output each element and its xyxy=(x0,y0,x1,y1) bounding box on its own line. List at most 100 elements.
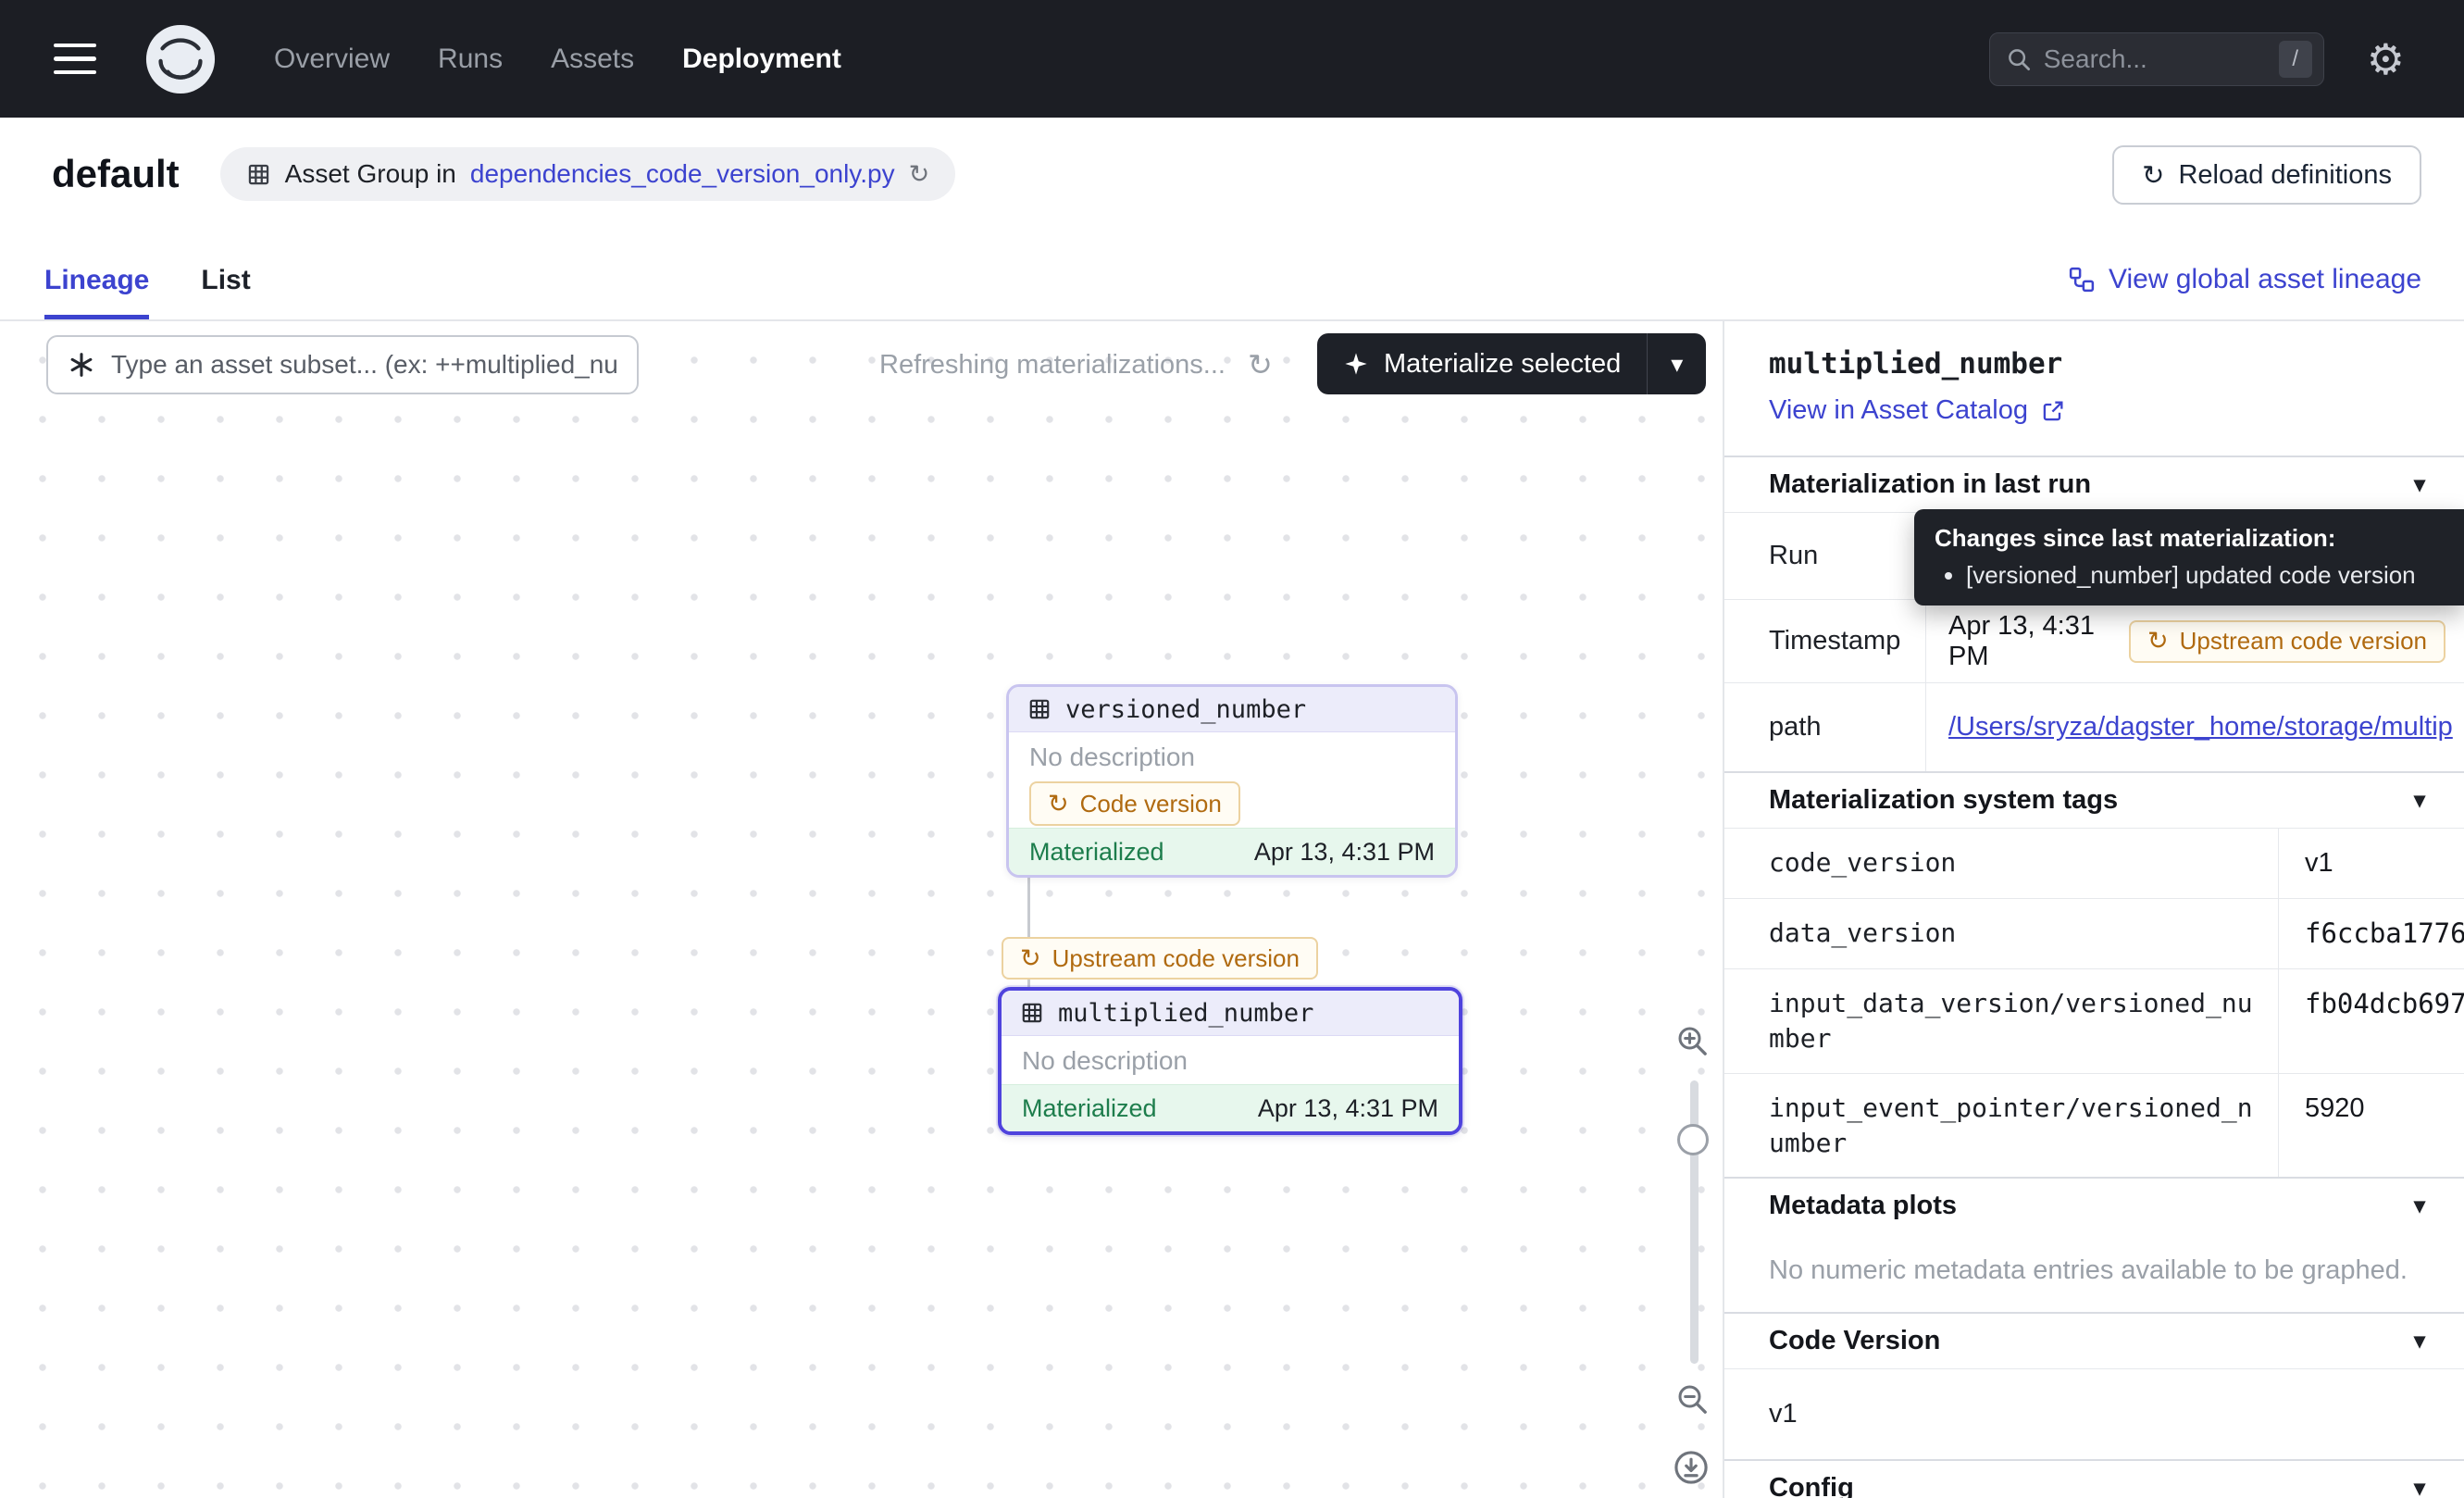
section-heading: Metadata plots xyxy=(1769,1191,1957,1221)
tag-value: fb04dcb6970 xyxy=(2278,969,2464,1073)
materialize-selected-button[interactable]: Materialize selected ▾ xyxy=(1317,333,1706,394)
materialized-timestamp: Apr 13, 4:31 PM xyxy=(1254,838,1435,867)
asset-subset-filter[interactable] xyxy=(46,335,639,394)
system-tag-row: code_version v1 xyxy=(1724,828,2464,898)
zoom-out-button[interactable] xyxy=(1674,1380,1711,1417)
materialize-main[interactable]: Materialize selected xyxy=(1317,333,1647,394)
asset-group-file-link[interactable]: dependencies_code_version_only.py xyxy=(470,159,895,189)
row-value: Apr 13, 4:31 PM ↻ Upstream code version xyxy=(1925,600,2464,682)
tooltip-list: [versioned_number] updated code version xyxy=(1966,560,2442,592)
nav-overview[interactable]: Overview xyxy=(274,44,390,75)
asset-name: multiplied_number xyxy=(1058,999,1313,1028)
op-selector-icon xyxy=(67,350,96,380)
tooltip-item: [versioned_number] updated code version xyxy=(1966,560,2442,592)
selected-asset-title: multiplied_number xyxy=(1769,347,2062,381)
chevron-down-icon[interactable]: ▾ xyxy=(2414,1475,2425,1498)
slash-shortcut-badge: / xyxy=(2279,41,2312,78)
section-config[interactable]: Config ▾ xyxy=(1724,1459,2464,1498)
view-tabs: Lineage List xyxy=(44,265,251,319)
asset-node-footer: Materialized Apr 13, 4:31 PM xyxy=(1002,1084,1459,1131)
global-lineage-label: View global asset lineage xyxy=(2109,264,2421,295)
asset-table-icon xyxy=(1027,697,1052,721)
chevron-down-icon[interactable]: ▾ xyxy=(2414,1192,2425,1219)
timestamp-value: Apr 13, 4:31 PM xyxy=(1948,611,2114,672)
asset-name: versioned_number xyxy=(1065,695,1306,724)
tag-key: input_event_pointer/versioned_number xyxy=(1724,1074,2278,1178)
zoom-slider-handle[interactable] xyxy=(1677,1124,1709,1155)
code-version-icon: ↻ xyxy=(1020,944,1041,973)
storage-path-link[interactable]: /Users/sryza/dagster_home/storage/multip xyxy=(1948,712,2453,743)
refresh-status: Refreshing materializations... ↻ xyxy=(879,347,1273,382)
asset-node-versioned-number[interactable]: versioned_number No description ↻ Code v… xyxy=(1006,684,1458,878)
reload-icon[interactable]: ↻ xyxy=(909,160,930,189)
row-label: Run xyxy=(1724,513,1925,599)
metadata-plots-empty-message: No numeric metadata entries available to… xyxy=(1724,1233,2464,1312)
gear-icon[interactable]: ⚙ xyxy=(2367,38,2405,81)
section-metadata-plots[interactable]: Metadata plots ▾ xyxy=(1724,1177,2464,1233)
catalog-link-label: View in Asset Catalog xyxy=(1769,395,2028,426)
nav-runs[interactable]: Runs xyxy=(438,44,503,75)
asset-node-multiplied-number[interactable]: multiplied_number No description Materia… xyxy=(998,987,1462,1135)
top-nav-bar: Overview Runs Assets Deployment / ⚙ xyxy=(0,0,2464,118)
recenter-view-button[interactable] xyxy=(1672,1448,1711,1487)
asset-subset-input[interactable] xyxy=(111,350,618,380)
chevron-down-icon[interactable]: ▾ xyxy=(2414,1328,2425,1354)
external-link-icon xyxy=(2040,398,2066,424)
tag-key: input_data_version/versioned_number xyxy=(1724,969,2278,1073)
zoom-slider-track[interactable] xyxy=(1690,1080,1699,1364)
asset-group-prefix: Asset Group in xyxy=(285,159,456,189)
refresh-icon[interactable]: ↻ xyxy=(1248,347,1273,382)
last-run-row-path: path /Users/sryza/dagster_home/storage/m… xyxy=(1724,682,2464,771)
section-materialization-last-run[interactable]: Materialization in last run ▾ xyxy=(1724,456,2464,512)
system-tag-row: input_event_pointer/versioned_number 592… xyxy=(1724,1073,2464,1178)
refreshing-label: Refreshing materializations... xyxy=(879,350,1226,381)
asset-graph-canvas[interactable]: Refreshing materializations... ↻ Materia… xyxy=(0,321,1723,1498)
nav-assets[interactable]: Assets xyxy=(551,44,634,75)
nav-deployment[interactable]: Deployment xyxy=(682,44,841,75)
materialized-status: Materialized xyxy=(1022,1094,1157,1123)
sparkle-icon xyxy=(1343,351,1369,377)
chevron-down-icon[interactable]: ▾ xyxy=(2414,787,2425,814)
zoom-in-button[interactable] xyxy=(1674,1022,1711,1059)
tab-lineage[interactable]: Lineage xyxy=(44,265,149,319)
asset-description: No description xyxy=(1029,743,1435,772)
asset-details-panel: multiplied_number View in Asset Catalog … xyxy=(1723,321,2464,1498)
view-global-asset-lineage-link[interactable]: View global asset lineage xyxy=(2068,264,2421,295)
section-system-tags[interactable]: Materialization system tags ▾ xyxy=(1724,771,2464,828)
section-heading: Code Version xyxy=(1769,1326,1940,1356)
materialize-dropdown-button[interactable]: ▾ xyxy=(1647,333,1706,394)
global-search[interactable]: / xyxy=(1989,32,2324,86)
code-version-chip-label: Code version xyxy=(1080,790,1222,818)
upstream-code-version-chip: ↻ Upstream code version xyxy=(1002,937,1318,980)
reload-definitions-label: Reload definitions xyxy=(2178,160,2392,191)
upstream-code-version-chip: ↻ Upstream code version xyxy=(2129,620,2445,663)
search-input[interactable] xyxy=(2044,44,2268,74)
materialize-label: Materialize selected xyxy=(1384,349,1621,380)
chevron-down-icon[interactable]: ▾ xyxy=(2414,471,2425,498)
tag-value: f6ccba17763 xyxy=(2278,899,2464,968)
row-label: path xyxy=(1724,683,1925,771)
tag-key: data_version xyxy=(1724,899,2278,968)
asset-description: No description xyxy=(1022,1046,1438,1076)
tab-list[interactable]: List xyxy=(201,265,250,319)
section-code-version[interactable]: Code Version ▾ xyxy=(1724,1312,2464,1368)
caret-down-icon: ▾ xyxy=(1671,350,1683,379)
primary-nav: Overview Runs Assets Deployment xyxy=(274,44,841,75)
tag-key: code_version xyxy=(1724,829,2278,898)
asset-node-header: versioned_number xyxy=(1009,687,1455,732)
code-version-icon: ↻ xyxy=(2147,627,2169,655)
section-heading: Materialization in last run xyxy=(1769,469,2091,500)
reload-definitions-button[interactable]: ↻ Reload definitions xyxy=(2112,145,2421,205)
materialized-status: Materialized xyxy=(1029,838,1164,867)
menu-icon[interactable] xyxy=(54,44,96,75)
title-row: default Asset Group in dependencies_code… xyxy=(52,147,955,201)
page-header: default Asset Group in dependencies_code… xyxy=(0,118,2464,321)
asset-node-header: multiplied_number xyxy=(1002,991,1459,1036)
view-in-asset-catalog-link[interactable]: View in Asset Catalog xyxy=(1769,395,2066,426)
materialized-timestamp: Apr 13, 4:31 PM xyxy=(1258,1094,1438,1123)
code-version-icon: ↻ xyxy=(1048,790,1069,818)
dagster-logo[interactable] xyxy=(144,23,217,95)
search-icon xyxy=(2005,45,2033,73)
upstream-chip-label: Upstream code version xyxy=(2180,627,2427,655)
last-run-row-timestamp: Timestamp Apr 13, 4:31 PM ↻ Upstream cod… xyxy=(1724,599,2464,682)
